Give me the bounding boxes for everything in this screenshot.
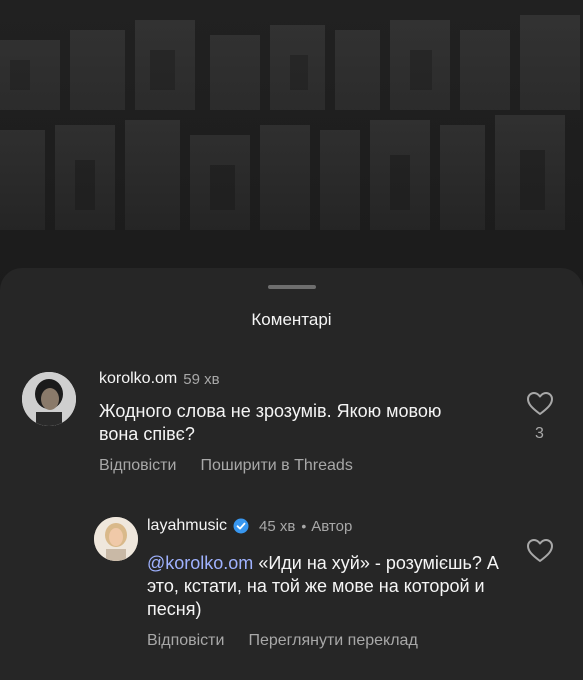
sheet-drag-handle[interactable]: [268, 285, 316, 289]
author-badge: Автор: [311, 517, 353, 535]
like-count: 3: [535, 425, 544, 442]
avatar[interactable]: [22, 372, 76, 426]
avatar-image: [22, 372, 76, 426]
background-post-image: [0, 0, 583, 300]
reply-meta: layahmusic 45 хв • Автор: [147, 517, 352, 535]
comment-username[interactable]: korolko.om: [99, 370, 177, 388]
comments-sheet: Коментарі korolko.om 59 хв Жодного слова…: [0, 268, 583, 680]
verified-badge-icon: [233, 518, 249, 534]
reply-button[interactable]: Відповісти: [99, 457, 176, 475]
reply-time: 45 хв: [259, 517, 296, 535]
reply-username[interactable]: layahmusic: [147, 517, 227, 535]
reply-text: @korolko.om «Иди на хуй» - розумієшь? А …: [147, 552, 507, 621]
comment-meta: korolko.om 59 хв: [99, 370, 220, 388]
reply-button[interactable]: Відповісти: [147, 632, 224, 650]
background-text-art: [0, 0, 583, 300]
share-to-threads-button[interactable]: Поширити в Threads: [200, 457, 352, 475]
sheet-title: Коментарі: [251, 310, 332, 329]
comment-time: 59 хв: [183, 370, 220, 388]
see-translation-button[interactable]: Переглянути переклад: [248, 632, 417, 650]
reply-actions: Відповісти Переглянути переклад: [147, 632, 418, 650]
avatar[interactable]: [94, 517, 138, 561]
comment-text: Жодного слова не зрозумів. Якою мовою во…: [99, 401, 442, 444]
avatar-image: [94, 517, 138, 561]
comment-actions: Відповісти Поширити в Threads: [99, 457, 353, 475]
heart-outline-icon[interactable]: [527, 392, 553, 421]
heart-outline-icon[interactable]: [527, 539, 553, 568]
meta-separator: •: [301, 518, 307, 534]
mention-link[interactable]: @korolko.om: [147, 553, 253, 573]
